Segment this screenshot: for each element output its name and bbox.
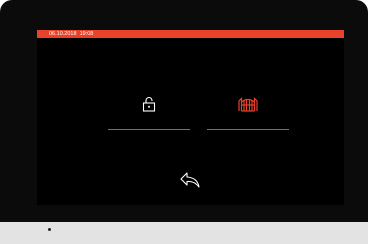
unlock-door-button[interactable]	[108, 92, 190, 130]
display-screen: 06.10.2018 19:08	[37, 30, 344, 205]
status-time: 19:08	[79, 31, 94, 37]
gate-icon	[238, 97, 258, 112]
status-bar: 06.10.2018 19:08	[37, 30, 344, 38]
device-bezel: 06.10.2018 19:08	[0, 0, 368, 224]
open-gate-underline	[207, 129, 289, 130]
padlock-open-icon	[142, 97, 156, 112]
bottom-bezel	[0, 222, 368, 244]
back-arrow-icon	[180, 172, 200, 188]
intercom-monitor: 06.10.2018 19:08	[0, 0, 368, 244]
status-date: 06.10.2018	[49, 31, 77, 37]
status-led	[48, 228, 51, 231]
status-datetime: 06.10.2018 19:08	[49, 30, 93, 38]
back-button[interactable]	[178, 170, 202, 190]
unlock-door-underline	[108, 129, 190, 130]
open-gate-button[interactable]	[207, 92, 289, 130]
